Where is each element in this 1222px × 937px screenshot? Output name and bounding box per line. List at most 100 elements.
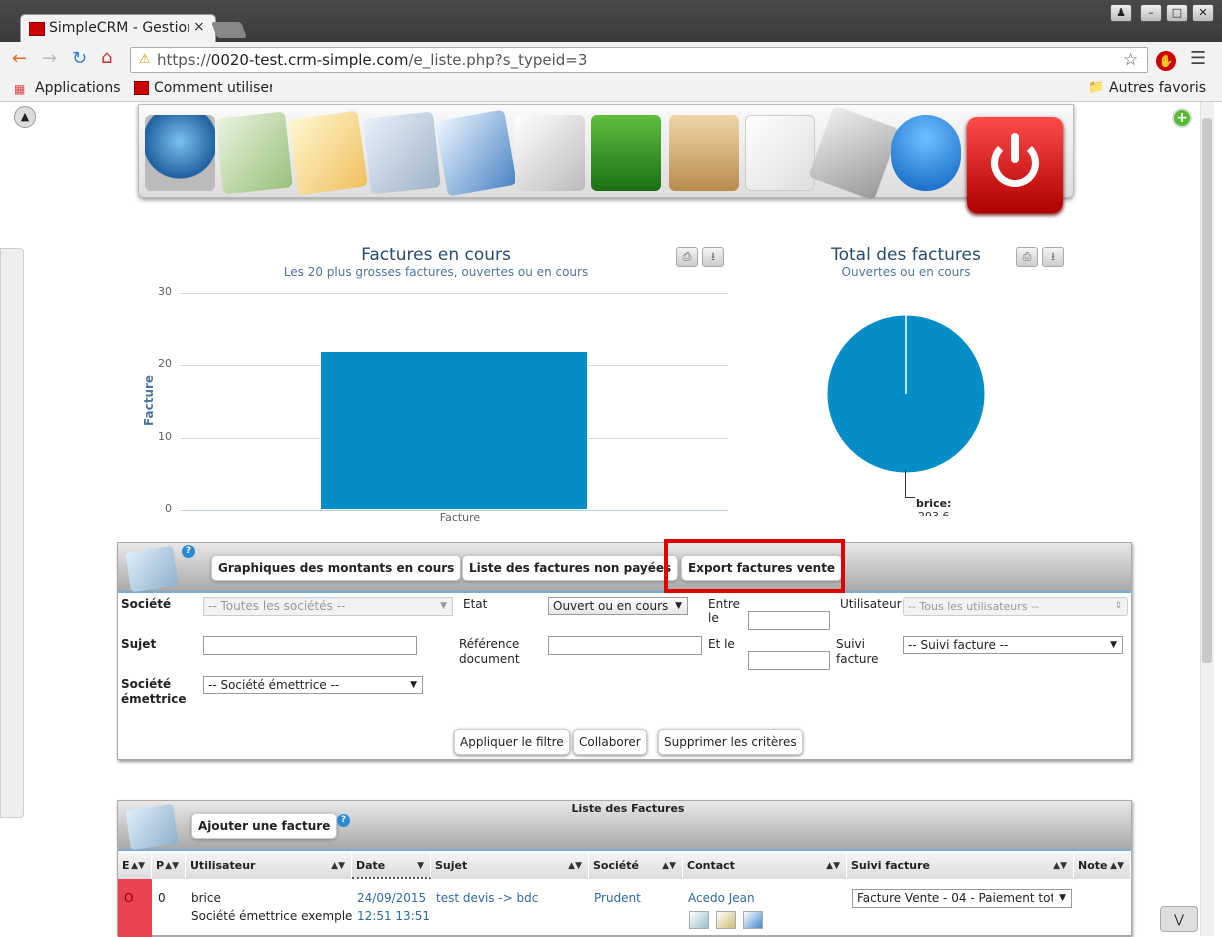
col-societe[interactable]: Société ▲▼ bbox=[589, 853, 683, 879]
unpaid-invoices-button[interactable]: Liste des factures non payées bbox=[462, 555, 679, 581]
date-from-input[interactable] bbox=[748, 611, 830, 630]
tab-close-icon[interactable]: × bbox=[193, 19, 205, 35]
issuer-value: Société émettrice exemple bbox=[191, 909, 353, 923]
etat-select[interactable]: Ouvert ou en cours ▼ bbox=[548, 597, 688, 615]
scrollbar-thumb[interactable] bbox=[1202, 118, 1212, 663]
first-aid-case-icon[interactable] bbox=[891, 115, 961, 191]
chart1-ylabel: Facture bbox=[142, 374, 156, 426]
chart1-ytick-label: 30 bbox=[158, 285, 172, 298]
charts-amounts-button[interactable]: Graphiques des montants en cours bbox=[211, 555, 462, 581]
pie-connector-h bbox=[905, 497, 915, 498]
spreadsheet-calculator-icon[interactable] bbox=[215, 111, 293, 195]
home-icon[interactable]: ⌂ bbox=[101, 49, 112, 67]
suivi-select[interactable]: -- Suivi facture -- ▼ bbox=[903, 636, 1123, 654]
col-p[interactable]: P ▲▼ bbox=[152, 853, 186, 879]
company-link[interactable]: Prudent bbox=[594, 891, 641, 905]
add-plus-icon[interactable]: + bbox=[1172, 108, 1192, 128]
download-box-icon[interactable] bbox=[745, 115, 815, 191]
col-note[interactable]: Note ▲▼ bbox=[1074, 853, 1131, 879]
chart2-download-icon[interactable]: ⭳ bbox=[1042, 247, 1064, 267]
pie-connector bbox=[905, 470, 906, 498]
chart1-title: Factures en cours bbox=[361, 245, 511, 265]
search-document-icon[interactable] bbox=[515, 115, 585, 191]
database-document-icon bbox=[125, 545, 179, 593]
validate-document-icon[interactable] bbox=[434, 109, 518, 197]
utilisateur-select[interactable]: -- Tous les utilisateurs -- ⇕ bbox=[903, 597, 1128, 616]
date-value[interactable]: 24/09/2015 bbox=[357, 891, 426, 905]
reference-label: Référence document bbox=[459, 637, 520, 666]
subject-link[interactable]: test devis -> bdc bbox=[436, 891, 538, 905]
bookmark-comment-utiliser[interactable]: Comment utiliser bbox=[154, 80, 272, 96]
col-date[interactable]: Date ▼ bbox=[352, 853, 431, 879]
user-profile-icon[interactable]: ♟ bbox=[1110, 4, 1132, 22]
user-card-icon[interactable] bbox=[743, 911, 763, 929]
highlight-box bbox=[664, 539, 845, 593]
chart1-download-icon[interactable]: ⭳ bbox=[702, 247, 724, 267]
forward-arrow-icon[interactable]: → bbox=[42, 50, 57, 68]
help-icon[interactable]: ? bbox=[337, 814, 350, 827]
societe-select[interactable]: -- Toutes les sociétés -- ▼ bbox=[203, 597, 453, 616]
main-toolbar bbox=[138, 104, 1074, 213]
database-document-icon[interactable] bbox=[363, 111, 441, 195]
suivi-row-select[interactable]: Facture Vente - 04 - Paiement total ▼ bbox=[852, 889, 1072, 908]
tools-icon[interactable] bbox=[808, 105, 900, 201]
pie-label-value: 293 6 bbox=[918, 510, 950, 516]
table-row[interactable]: O 0 brice Société émettrice exemple 24/0… bbox=[118, 879, 1131, 937]
power-off-icon[interactable] bbox=[967, 117, 1063, 213]
archive-drawer-icon[interactable] bbox=[591, 115, 661, 191]
search-contact-icon[interactable] bbox=[689, 911, 709, 929]
bookmark-other[interactable]: Autres favoris bbox=[1109, 80, 1206, 96]
back-arrow-icon[interactable]: ← bbox=[12, 50, 27, 68]
priority-value: 0 bbox=[158, 891, 166, 905]
col-sujet[interactable]: Sujet ▲▼ bbox=[431, 853, 589, 879]
minimize-icon[interactable]: – bbox=[1140, 4, 1162, 22]
chart1-ytick-label: 20 bbox=[158, 357, 172, 371]
etle-label: Et le bbox=[708, 637, 735, 651]
table-header: E ▲▼ P ▲▼ Utilisateur ▲▼ Date ▼ Sujet ▲▼ Soci… bbox=[118, 853, 1131, 879]
col-contact[interactable]: Contact ▲▼ bbox=[683, 853, 847, 879]
col-e[interactable]: E ▲▼ bbox=[118, 853, 152, 879]
add-invoice-button[interactable]: Ajouter une facture bbox=[191, 813, 338, 839]
adblock-icon[interactable]: ✋ bbox=[1156, 51, 1176, 71]
reload-icon[interactable]: ↻ bbox=[72, 50, 87, 68]
chart-contact-icon[interactable] bbox=[716, 911, 736, 929]
emettrice-select[interactable]: -- Société émettrice -- ▼ bbox=[203, 676, 423, 694]
menu-icon[interactable]: ☰ bbox=[1190, 50, 1206, 68]
side-tab-strip[interactable] bbox=[0, 248, 24, 818]
collapse-bottom-icon[interactable]: ⋁ bbox=[1160, 906, 1198, 932]
filter-panel: ? Graphiques des montants en cours Liste… bbox=[117, 539, 1132, 760]
col-utilisateur[interactable]: Utilisateur ▲▼ bbox=[186, 853, 352, 879]
list-title: Liste des Factures bbox=[571, 802, 685, 815]
notes-pencil-icon[interactable] bbox=[288, 110, 368, 196]
collaborate-button[interactable]: Collaborer bbox=[573, 729, 647, 755]
contact-link[interactable]: Acedo Jean bbox=[688, 891, 755, 905]
reference-input[interactable] bbox=[548, 636, 702, 655]
sujet-input[interactable] bbox=[203, 636, 417, 655]
home-monitor-icon[interactable] bbox=[145, 115, 215, 191]
sujet-label: Sujet bbox=[121, 637, 157, 651]
chart2-pie bbox=[826, 314, 986, 474]
chart2-subtitle: Ouvertes ou en cours bbox=[841, 265, 971, 279]
bookmark-star-icon[interactable]: ☆ bbox=[1123, 50, 1138, 70]
col-suivi[interactable]: Suivi facture ▲▼ bbox=[847, 853, 1074, 879]
chart2-print-icon[interactable]: ⎙ bbox=[1016, 247, 1038, 267]
collapse-up-icon[interactable]: ▲ bbox=[14, 106, 36, 128]
clear-criteria-button[interactable]: Supprimer les critères bbox=[658, 729, 803, 755]
chart1-bar[interactable] bbox=[319, 350, 589, 510]
chart2-title: Total des factures bbox=[831, 245, 981, 265]
time-value[interactable]: 12:51 13:51 bbox=[357, 909, 430, 923]
wooden-crate-icon[interactable] bbox=[669, 115, 739, 191]
bookmark-applications[interactable]: Applications bbox=[35, 80, 121, 96]
lock-warning-icon: ⚠ bbox=[139, 52, 151, 67]
address-bar[interactable]: ⚠ https://0020-test.crm-simple.com/e_lis… bbox=[130, 47, 1148, 73]
maximize-icon[interactable]: □ bbox=[1166, 4, 1188, 22]
help-icon[interactable]: ? bbox=[182, 545, 195, 558]
url-text: https://0020-test.crm-simple.com/e_liste… bbox=[157, 51, 588, 69]
tab-title: SimpleCRM - Gestion bbox=[49, 20, 189, 36]
close-window-icon[interactable]: ✕ bbox=[1192, 4, 1214, 22]
date-to-input[interactable] bbox=[748, 651, 830, 670]
browser-tab[interactable]: SimpleCRM - Gestion × bbox=[20, 14, 216, 42]
apply-filter-button[interactable]: Appliquer le filtre bbox=[454, 729, 570, 755]
chart1-print-icon[interactable]: ⎙ bbox=[676, 247, 698, 267]
new-tab-button[interactable] bbox=[211, 22, 247, 38]
